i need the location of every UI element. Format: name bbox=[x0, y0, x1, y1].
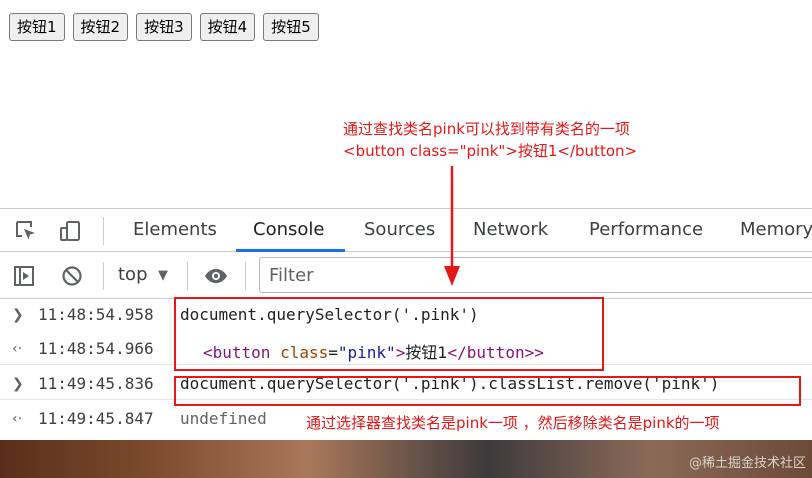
eye-icon[interactable] bbox=[204, 264, 228, 288]
chevron-right-icon: ❯ bbox=[12, 307, 24, 323]
button-4[interactable]: 按钮4 bbox=[199, 13, 256, 41]
button-1[interactable]: 按钮1 bbox=[9, 13, 65, 41]
toolbar-divider-2 bbox=[103, 262, 104, 290]
filter-placeholder: Filter bbox=[269, 265, 314, 286]
annotation-top-line1: 通过查找类名pink可以找到带有类名的一项 bbox=[343, 120, 630, 138]
tab-sources[interactable]: Sources bbox=[364, 209, 435, 251]
toolbar-divider-3 bbox=[187, 262, 188, 290]
context-selector[interactable]: top bbox=[118, 261, 148, 289]
timestamp: 11:48:54.966 bbox=[38, 339, 154, 358]
inspect-element-icon[interactable] bbox=[14, 219, 38, 243]
return-arrow-icon: ‹· bbox=[12, 411, 23, 427]
chevron-right-icon: ❯ bbox=[12, 376, 24, 392]
tab-console[interactable]: Console bbox=[253, 209, 324, 251]
button-3[interactable]: 按钮3 bbox=[136, 13, 192, 41]
sidebar-toggle-icon[interactable] bbox=[12, 264, 36, 288]
timestamp: 11:49:45.836 bbox=[38, 374, 154, 393]
chevron-down-icon[interactable]: ▼ bbox=[158, 262, 168, 290]
return-arrow-icon: ‹· bbox=[12, 341, 23, 357]
toolbar-divider bbox=[103, 217, 104, 245]
clear-console-icon[interactable] bbox=[60, 264, 84, 288]
watermark: @稀土掘金技术社区 bbox=[688, 456, 806, 471]
tab-elements[interactable]: Elements bbox=[133, 209, 217, 251]
tab-network[interactable]: Network bbox=[473, 209, 548, 251]
devtools-tabbar: Elements Console Sources Network Perform… bbox=[0, 209, 812, 252]
tab-memory[interactable]: Memory bbox=[740, 209, 812, 251]
filter-input[interactable]: Filter bbox=[259, 257, 812, 293]
active-tab-indicator bbox=[236, 249, 345, 252]
console-result-undefined: undefined bbox=[180, 409, 267, 428]
button-2[interactable]: 按钮2 bbox=[72, 13, 129, 41]
button-5[interactable]: 按钮5 bbox=[263, 13, 319, 41]
annotation-top: 通过查找类名pink可以找到带有类名的一项 <button class="pin… bbox=[343, 118, 637, 162]
annotation-bottom: 通过选择器查找类名是pink一项 ，然后移除类名是pink的一项 bbox=[306, 414, 720, 432]
button-row: 按钮1 按钮2 按钮3 按钮4 按钮5 bbox=[9, 13, 319, 41]
toolbar-divider-4 bbox=[245, 262, 246, 290]
annotation-top-line2: <button class="pink">按钮1</button> bbox=[343, 142, 638, 160]
console-toolbar: top ▼ Filter bbox=[0, 253, 812, 299]
device-toolbar-icon[interactable] bbox=[58, 219, 82, 243]
timestamp: 11:49:45.847 bbox=[38, 409, 154, 428]
timestamp: 11:48:54.958 bbox=[38, 305, 154, 324]
page-viewport: 按钮1 按钮2 按钮3 按钮4 按钮5 通过查找类名pink可以找到带有类名的一… bbox=[0, 0, 812, 208]
highlight-box-query bbox=[174, 297, 604, 371]
tab-performance[interactable]: Performance bbox=[589, 209, 703, 251]
highlight-box-remove bbox=[174, 376, 801, 406]
